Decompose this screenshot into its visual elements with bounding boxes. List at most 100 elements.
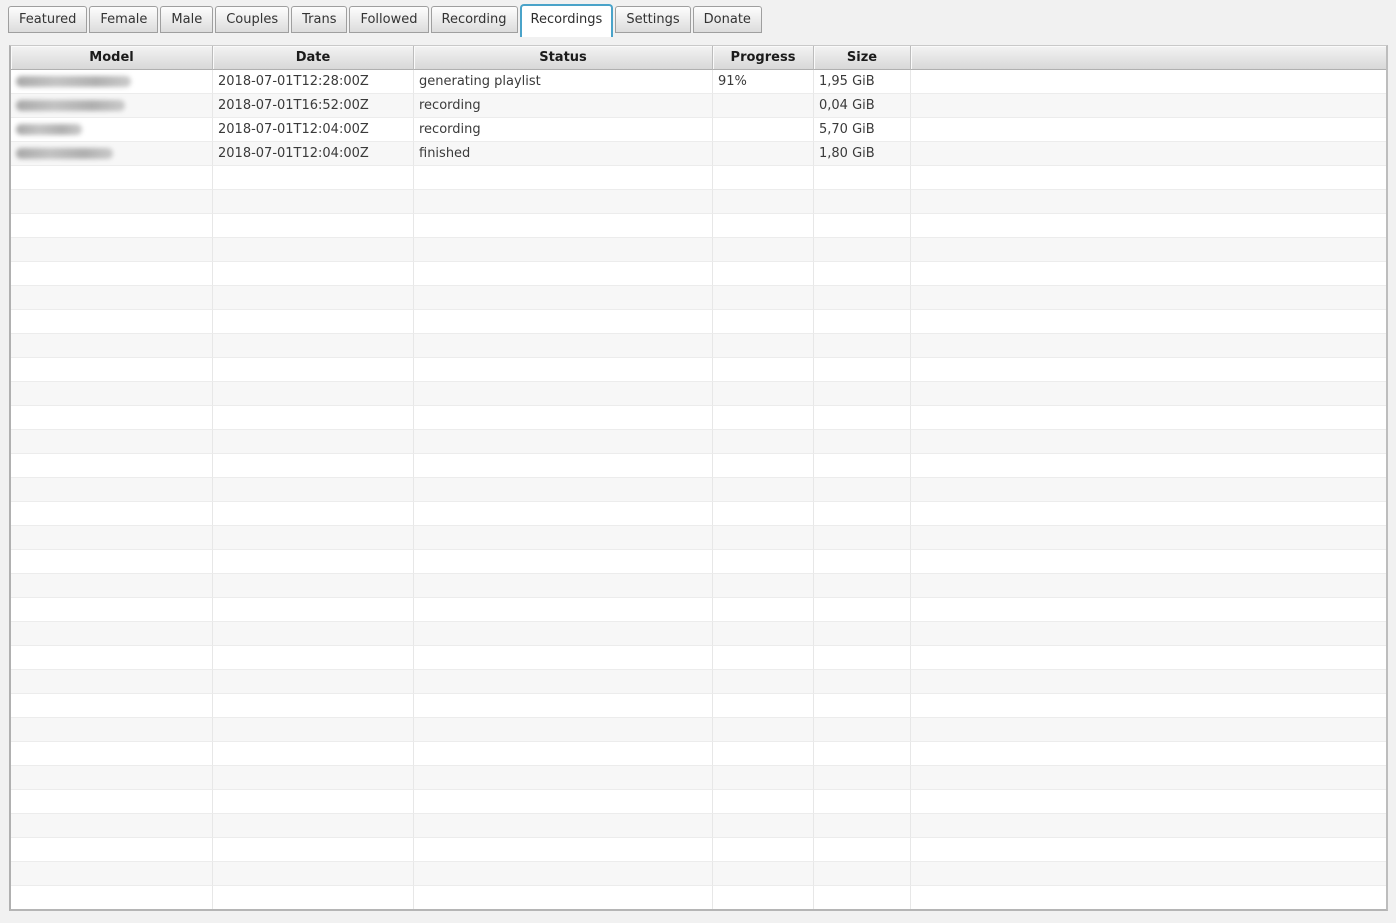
cell-progress	[713, 238, 814, 262]
table-row-empty	[11, 166, 1386, 190]
cell-model	[11, 550, 213, 574]
cell-model	[11, 334, 213, 358]
tab-trans[interactable]: Trans	[291, 6, 347, 33]
tab-recording[interactable]: Recording	[431, 6, 518, 33]
cell-size	[814, 814, 911, 838]
column-header-status[interactable]: Status	[414, 46, 713, 70]
table-row-empty	[11, 694, 1386, 718]
cell-filler	[911, 790, 1386, 814]
cell-size	[814, 526, 911, 550]
cell-size	[814, 262, 911, 286]
tab-settings[interactable]: Settings	[615, 6, 690, 33]
cell-size	[814, 694, 911, 718]
cell-model	[11, 214, 213, 238]
tab-male[interactable]: Male	[160, 6, 213, 33]
column-header-size[interactable]: Size	[814, 46, 911, 70]
cell-filler	[911, 574, 1386, 598]
table-row-empty	[11, 814, 1386, 838]
cell-filler	[911, 190, 1386, 214]
cell-date	[213, 238, 414, 262]
cell-date	[213, 550, 414, 574]
cell-size	[814, 238, 911, 262]
cell-model	[11, 190, 213, 214]
cell-progress	[713, 526, 814, 550]
cell-status	[414, 358, 713, 382]
cell-progress	[713, 430, 814, 454]
cell-filler	[911, 694, 1386, 718]
cell-filler	[911, 550, 1386, 574]
cell-size	[814, 838, 911, 862]
cell-status	[414, 718, 713, 742]
tab-featured[interactable]: Featured	[8, 6, 87, 33]
cell-filler	[911, 334, 1386, 358]
cell-progress	[713, 574, 814, 598]
cell-status	[414, 262, 713, 286]
cell-size	[814, 502, 911, 526]
table-row[interactable]: 2018-07-01T12:28:00Zgenerating playlist9…	[11, 70, 1386, 94]
cell-model	[11, 790, 213, 814]
cell-date	[213, 286, 414, 310]
cell-date	[213, 766, 414, 790]
cell-model	[11, 94, 213, 118]
cell-status	[414, 646, 713, 670]
cell-date: 2018-07-01T12:04:00Z	[213, 142, 414, 166]
table-row[interactable]: 2018-07-01T16:52:00Zrecording0,04 GiB	[11, 94, 1386, 118]
tab-couples[interactable]: Couples	[215, 6, 289, 33]
cell-size	[814, 646, 911, 670]
table-row[interactable]: 2018-07-01T12:04:00Zfinished1,80 GiB	[11, 142, 1386, 166]
cell-status	[414, 574, 713, 598]
tab-followed[interactable]: Followed	[349, 6, 428, 33]
cell-date: 2018-07-01T16:52:00Z	[213, 94, 414, 118]
cell-date	[213, 166, 414, 190]
cell-model	[11, 70, 213, 94]
cell-status	[414, 166, 713, 190]
cell-progress	[713, 214, 814, 238]
cell-status	[414, 454, 713, 478]
cell-status	[414, 838, 713, 862]
cell-status	[414, 814, 713, 838]
cell-status	[414, 382, 713, 406]
cell-progress	[713, 718, 814, 742]
cell-model	[11, 766, 213, 790]
column-header-filler	[911, 46, 1386, 70]
table-row-empty	[11, 214, 1386, 238]
table-header-row: Model Date Status Progress Size	[11, 46, 1386, 70]
column-header-progress[interactable]: Progress	[713, 46, 814, 70]
cell-size	[814, 406, 911, 430]
cell-size	[814, 310, 911, 334]
tab-female[interactable]: Female	[89, 6, 158, 33]
cell-status: recording	[414, 94, 713, 118]
cell-filler	[911, 766, 1386, 790]
tab-recordings[interactable]: Recordings	[520, 4, 614, 37]
cell-status	[414, 286, 713, 310]
cell-progress: 91%	[713, 70, 814, 94]
cell-filler	[911, 646, 1386, 670]
column-header-date[interactable]: Date	[213, 46, 414, 70]
column-header-model[interactable]: Model	[11, 46, 213, 70]
cell-filler	[911, 598, 1386, 622]
cell-model	[11, 598, 213, 622]
table-row[interactable]: 2018-07-01T12:04:00Zrecording5,70 GiB	[11, 118, 1386, 142]
cell-model	[11, 238, 213, 262]
cell-date: 2018-07-01T12:28:00Z	[213, 70, 414, 94]
cell-progress	[713, 454, 814, 478]
cell-date	[213, 382, 414, 406]
table-row-empty	[11, 286, 1386, 310]
cell-progress	[713, 886, 814, 910]
cell-filler	[911, 670, 1386, 694]
cell-date	[213, 574, 414, 598]
cell-date	[213, 742, 414, 766]
cell-filler	[911, 286, 1386, 310]
cell-status	[414, 766, 713, 790]
tab-donate[interactable]: Donate	[693, 6, 762, 33]
table-row-empty	[11, 238, 1386, 262]
cell-status	[414, 214, 713, 238]
table-row-empty	[11, 574, 1386, 598]
cell-model	[11, 142, 213, 166]
cell-progress	[713, 550, 814, 574]
cell-progress	[713, 598, 814, 622]
cell-size	[814, 718, 911, 742]
cell-progress	[713, 334, 814, 358]
cell-size	[814, 790, 911, 814]
cell-filler	[911, 238, 1386, 262]
